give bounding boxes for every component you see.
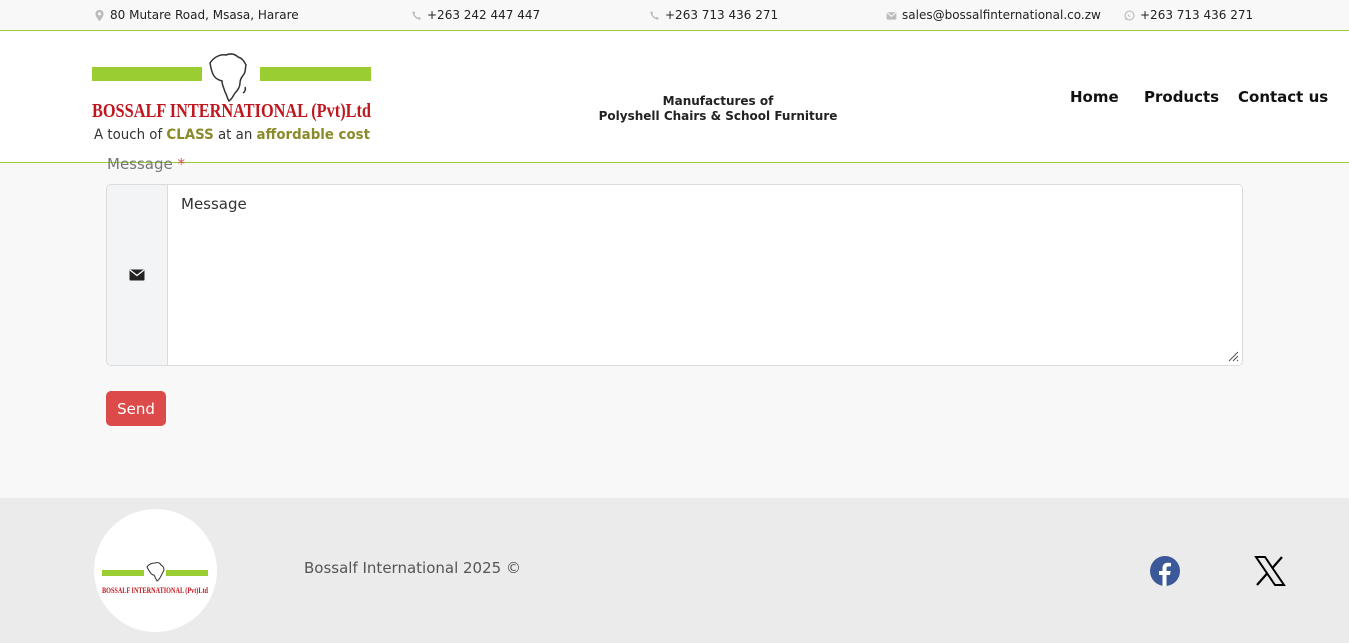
phone-item-2[interactable]: +263 713 436 271 <box>648 8 778 22</box>
envelope-icon <box>886 11 897 20</box>
logo-name: BOSSALF INTERNATIONAL (Pvt)Ltd <box>92 101 371 122</box>
message-addon <box>107 185 168 365</box>
email-text: sales@bossalfinternational.co.zw <box>902 8 1101 22</box>
message-input-group <box>106 184 1243 366</box>
tagline-line-2: Polyshell Chairs & School Furniture <box>598 109 838 123</box>
phone-icon <box>412 10 421 20</box>
company-logo[interactable]: BOSSALF INTERNATIONAL (Pvt)Ltd A touch o… <box>92 43 372 145</box>
whatsapp-text: +263 713 436 271 <box>1140 8 1254 22</box>
footer-logo-name: BOSSALF INTERNATIONAL (Pvt)Ltd <box>102 586 208 595</box>
send-button[interactable]: Send <box>106 391 166 426</box>
email-item[interactable]: sales@bossalfinternational.co.zw <box>885 8 1101 22</box>
x-icon[interactable] <box>1254 555 1286 587</box>
nav-products[interactable]: Products <box>1144 88 1219 106</box>
message-label: Message * <box>107 155 186 173</box>
resize-handle[interactable] <box>1227 350 1239 362</box>
footer-logo[interactable]: BOSSALF INTERNATIONAL (Pvt)Ltd <box>94 509 217 632</box>
nav-home[interactable]: Home <box>1070 88 1119 106</box>
contact-bar: 80 Mutare Road, Msasa, Harare +263 242 4… <box>0 0 1349 31</box>
message-textarea[interactable] <box>168 185 1242 365</box>
phone-item-1[interactable]: +263 242 447 447 <box>410 8 540 22</box>
copyright-text: Bossalf International 2025 © <box>304 559 521 577</box>
envelope-icon <box>129 269 145 281</box>
facebook-icon[interactable] <box>1150 556 1180 586</box>
phone-text-2: +263 713 436 271 <box>665 8 779 22</box>
phone-icon <box>650 10 659 20</box>
whatsapp-icon <box>1124 9 1135 21</box>
site-footer: BOSSALF INTERNATIONAL (Pvt)Ltd Bossalf I… <box>0 498 1349 643</box>
nav-contact[interactable]: Contact us <box>1238 88 1328 106</box>
map-pin-icon <box>95 9 104 21</box>
site-header: BOSSALF INTERNATIONAL (Pvt)Ltd A touch o… <box>0 31 1349 163</box>
address-text: 80 Mutare Road, Msasa, Harare <box>110 8 299 22</box>
logo-slogan: A touch of CLASS at an affordable cost <box>94 127 370 143</box>
company-tagline: Manufactures of Polyshell Chairs & Schoo… <box>558 94 878 124</box>
tagline-line-1: Manufactures of <box>662 94 774 108</box>
address-item: 80 Mutare Road, Msasa, Harare <box>93 8 299 22</box>
required-mark: * <box>177 155 186 173</box>
phone-text-1: +263 242 447 447 <box>427 8 541 22</box>
footer-logo-image: BOSSALF INTERNATIONAL (Pvt)Ltd <box>102 562 208 595</box>
whatsapp-item[interactable]: +263 713 436 271 <box>1123 8 1253 22</box>
